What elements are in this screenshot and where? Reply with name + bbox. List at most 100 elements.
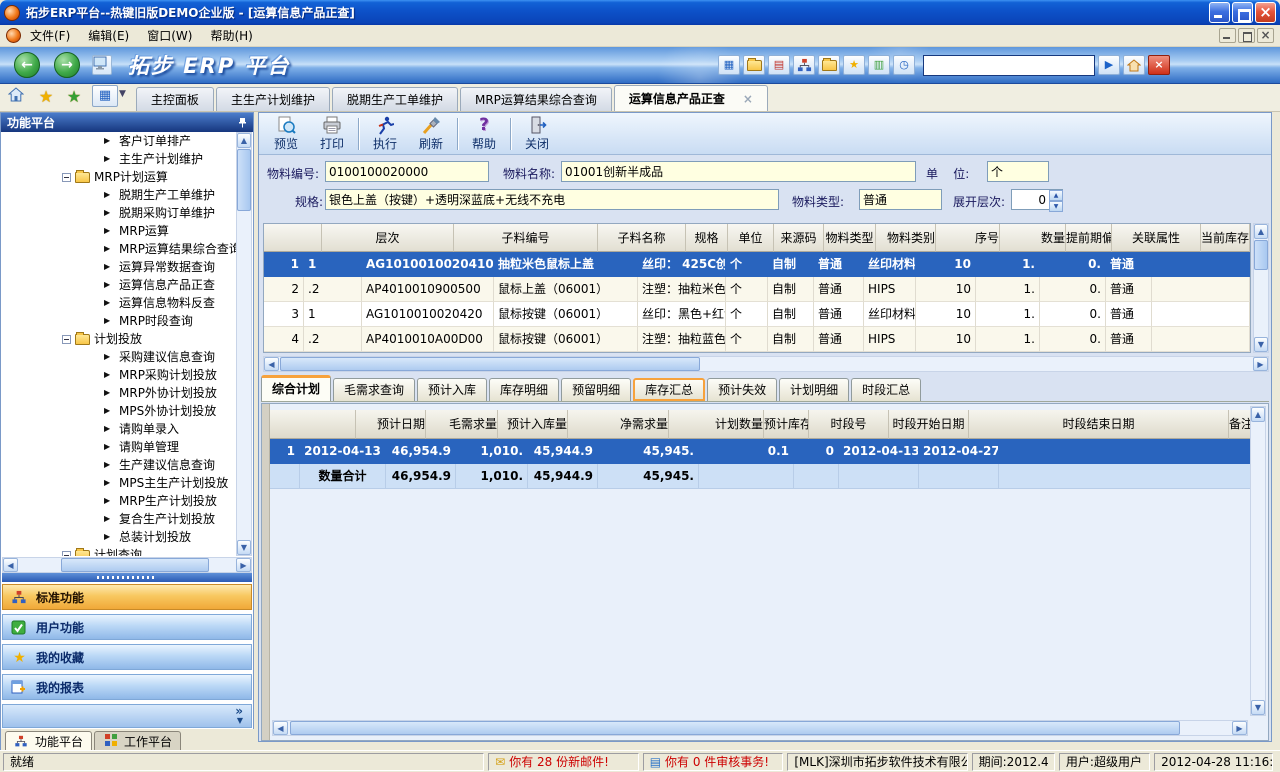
bom-vertical-scrollbar[interactable]: ▲ ▼ bbox=[1253, 223, 1269, 353]
status-mail[interactable]: ✉你有 28 份新邮件! bbox=[488, 753, 639, 771]
table-row[interactable]: 4.2AP4010010A00D00鼠标按键（06001）注塑：抽粒蓝色，HIP… bbox=[264, 327, 1250, 352]
favorite-star-icon[interactable]: ★ bbox=[843, 55, 865, 75]
refresh-button[interactable]: 刷新 bbox=[408, 114, 454, 154]
detail-tab[interactable]: 库存汇总 bbox=[633, 378, 705, 401]
tab-function-platform[interactable]: 功能平台 bbox=[5, 731, 92, 751]
tree-item[interactable]: MRP计划运算 bbox=[2, 168, 236, 186]
help-button[interactable]: ? 帮助 bbox=[461, 114, 507, 154]
layout-dropdown-icon[interactable]: ▼ bbox=[119, 89, 126, 99]
menu-item[interactable]: 编辑(E) bbox=[79, 25, 138, 46]
column-header[interactable]: 物料类别 bbox=[876, 224, 936, 252]
mdi-close-button[interactable] bbox=[1257, 28, 1274, 43]
print-button[interactable]: 打印 bbox=[309, 114, 355, 154]
banner-search-input[interactable] bbox=[923, 55, 1095, 76]
preview-button[interactable]: 预览 bbox=[263, 114, 309, 154]
tree-item[interactable]: 脱期采购订单维护 bbox=[2, 204, 236, 222]
column-header[interactable]: 预计库存量 bbox=[764, 410, 809, 439]
column-header[interactable]: 时段号 bbox=[809, 410, 889, 439]
run-search-button[interactable]: ▶ bbox=[1098, 55, 1120, 75]
column-header[interactable]: 来源码 bbox=[774, 224, 824, 252]
org-chart-icon[interactable] bbox=[793, 55, 815, 75]
column-header[interactable]: 提前期偏置 bbox=[1066, 224, 1112, 252]
collapse-icon[interactable] bbox=[62, 335, 71, 344]
execute-button[interactable]: 执行 bbox=[362, 114, 408, 154]
mdi-restore-button[interactable] bbox=[1238, 28, 1255, 43]
column-header[interactable] bbox=[264, 224, 322, 252]
menu-item[interactable]: 窗口(W) bbox=[138, 25, 201, 46]
plan-vertical-scrollbar[interactable]: ▲ ▼ bbox=[1250, 406, 1266, 716]
tree-item[interactable]: 计划投放 bbox=[2, 330, 236, 348]
table-row[interactable]: 31AG1010010020420鼠标按键（06001）丝印：黑色+红色（喷油个… bbox=[264, 302, 1250, 327]
table-row[interactable]: 数量合计46,954.91,010.45,944.945,945. bbox=[270, 464, 1254, 489]
status-review[interactable]: ▤你有 0 件审核事务! bbox=[643, 753, 784, 771]
unit-input[interactable] bbox=[987, 161, 1049, 182]
back-button[interactable]: ← bbox=[14, 52, 40, 78]
dashboard-grid-icon[interactable]: ▦ bbox=[718, 55, 740, 75]
collapse-icon[interactable] bbox=[62, 173, 71, 182]
tree-item[interactable]: MRP外协计划投放 bbox=[2, 384, 236, 402]
tree-vertical-scrollbar[interactable]: ▲ ▼ bbox=[236, 132, 252, 556]
document-tab[interactable]: 主控面板 bbox=[136, 87, 214, 111]
column-header[interactable]: 预计入库量 bbox=[498, 410, 568, 439]
detail-tab[interactable]: 计划明细 bbox=[779, 378, 849, 401]
tree-item[interactable]: MPS主生产计划投放 bbox=[2, 474, 236, 492]
restore-button[interactable] bbox=[1232, 2, 1253, 23]
panel-standard-functions[interactable]: 标准功能 bbox=[2, 584, 252, 610]
tree-item[interactable]: 生产建议信息查询 bbox=[2, 456, 236, 474]
column-header[interactable]: 物料类型 bbox=[824, 224, 876, 252]
document-tab[interactable]: 运算信息产品正查 bbox=[614, 85, 768, 111]
tree-item[interactable]: 采购建议信息查询 bbox=[2, 348, 236, 366]
menu-item[interactable]: 文件(F) bbox=[21, 25, 79, 46]
sidebar-splitter[interactable] bbox=[2, 573, 252, 582]
plan-horizontal-scrollbar[interactable]: ◀ ▶ bbox=[272, 720, 1248, 736]
tree-item[interactable]: 脱期生产工单维护 bbox=[2, 186, 236, 204]
add-favorite-icon[interactable]: ★ bbox=[64, 87, 84, 107]
forward-button[interactable]: → bbox=[54, 52, 80, 78]
column-header[interactable]: 单位 bbox=[728, 224, 774, 252]
open-folder-icon[interactable] bbox=[743, 55, 765, 75]
tree-item[interactable]: 计划查询 bbox=[2, 546, 236, 556]
tree-item[interactable]: 请购单管理 bbox=[2, 438, 236, 456]
detail-tab[interactable]: 毛需求查询 bbox=[333, 378, 415, 401]
panel-my-reports[interactable]: 我的报表 bbox=[2, 674, 252, 700]
home-button[interactable] bbox=[1123, 55, 1145, 75]
tree-item[interactable]: MRP运算结果综合查询 bbox=[2, 240, 236, 258]
column-header[interactable]: 数量 bbox=[1000, 224, 1066, 252]
red-book-icon[interactable]: ▤ bbox=[768, 55, 790, 75]
document-tab[interactable]: 脱期生产工单维护 bbox=[332, 87, 458, 111]
menu-item[interactable]: 帮助(H) bbox=[201, 25, 261, 46]
item-type-input[interactable] bbox=[859, 189, 942, 210]
collapse-icon[interactable] bbox=[62, 551, 71, 557]
detail-tab[interactable]: 库存明细 bbox=[489, 378, 559, 401]
tree-item[interactable]: 总装计划投放 bbox=[2, 528, 236, 546]
detail-tab[interactable]: 预留明细 bbox=[561, 378, 631, 401]
close-view-button[interactable]: 关闭 bbox=[514, 114, 560, 154]
panel-overflow-button[interactable]: » ▼ bbox=[2, 704, 252, 728]
add-folder-icon[interactable] bbox=[818, 55, 840, 75]
item-name-input[interactable] bbox=[561, 161, 916, 182]
document-tab[interactable]: 主生产计划维护 bbox=[216, 87, 330, 111]
detail-tab[interactable]: 预计入库 bbox=[417, 378, 487, 401]
panel-user-functions[interactable]: 用户功能 bbox=[2, 614, 252, 640]
tree-item[interactable]: 复合生产计划投放 bbox=[2, 510, 236, 528]
step-up-icon[interactable]: ▲ bbox=[1049, 190, 1063, 201]
home-icon[interactable] bbox=[8, 87, 28, 107]
table-row[interactable]: 11AG1010010020410抽粒米色鼠标上盖丝印： 425C创新个自制普通… bbox=[264, 252, 1250, 277]
column-header[interactable]: 当前库存 bbox=[1201, 224, 1250, 252]
tree-item[interactable]: 运算异常数据查询 bbox=[2, 258, 236, 276]
column-header[interactable]: 毛需求量 bbox=[426, 410, 498, 439]
desktop-icon[interactable] bbox=[92, 55, 112, 75]
column-header[interactable]: 时段结束日期 bbox=[969, 410, 1229, 439]
item-code-input[interactable] bbox=[325, 161, 489, 182]
tree-item[interactable]: MRP生产计划投放 bbox=[2, 492, 236, 510]
step-down-icon[interactable]: ▼ bbox=[1049, 201, 1063, 212]
tab-work-platform[interactable]: 工作平台 bbox=[94, 731, 181, 751]
detail-tab[interactable]: 综合计划 bbox=[261, 375, 331, 401]
tree-item[interactable]: 主生产计划维护 bbox=[2, 150, 236, 168]
panel-my-favorites[interactable]: ★ 我的收藏 bbox=[2, 644, 252, 670]
detail-tab[interactable]: 时段汇总 bbox=[851, 378, 921, 401]
table-row[interactable]: 2.2AP4010010900500鼠标上盖（06001）注塑：抽粒米色，HIP… bbox=[264, 277, 1250, 302]
tree-item[interactable]: 运算信息产品正查 bbox=[2, 276, 236, 294]
clock-icon[interactable]: ◷ bbox=[893, 55, 915, 75]
exit-button[interactable]: × bbox=[1148, 55, 1170, 75]
